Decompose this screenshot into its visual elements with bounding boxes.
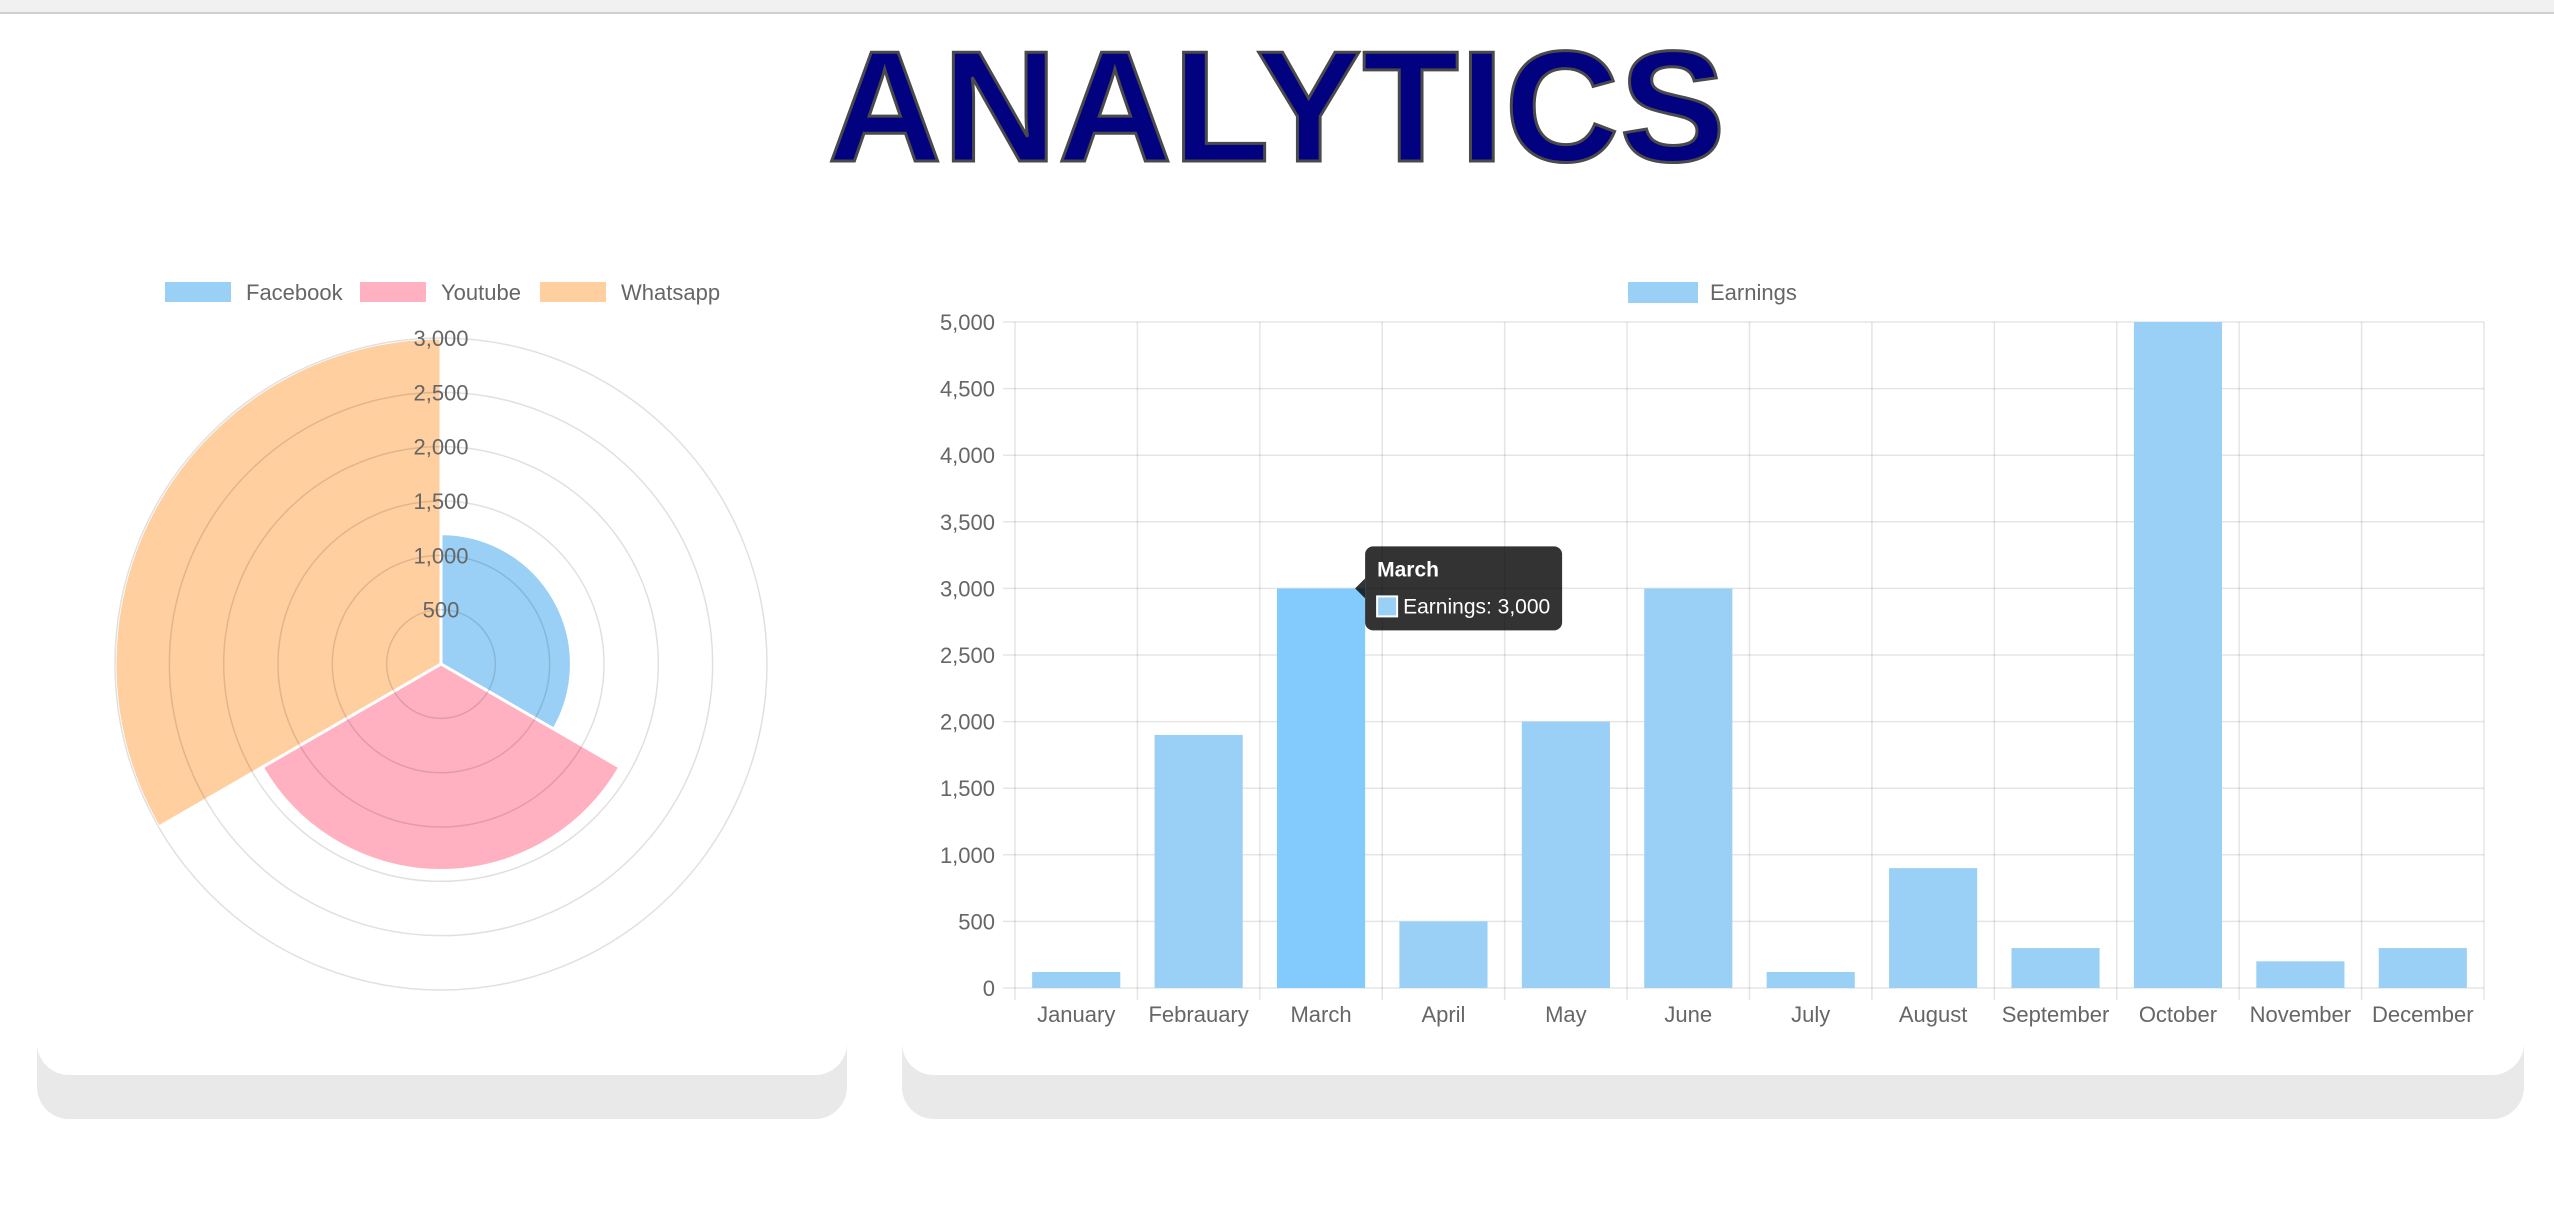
earnings-bar-chart[interactable]: Earnings 0 500 1,000 1,500 2,000 2,500 3,000 3,5… bbox=[0, 0, 2554, 1231]
y-tick-label: 2,000 bbox=[940, 710, 995, 735]
y-tick-label: 4,500 bbox=[940, 377, 995, 402]
legend-label-earnings[interactable]: Earnings bbox=[1710, 280, 1797, 305]
bar-october[interactable] bbox=[2133, 322, 2223, 988]
x-tick-label-march: March bbox=[1290, 1002, 1351, 1027]
tooltip-swatch bbox=[1376, 595, 1399, 618]
x-tick-label-october: October bbox=[2139, 1002, 2217, 1027]
x-tick-label-febrauary: Febrauary bbox=[1148, 1002, 1248, 1027]
legend-swatch-earnings[interactable] bbox=[1628, 282, 1698, 303]
tooltip-title: March bbox=[1377, 558, 1439, 581]
bar-march[interactable] bbox=[1276, 588, 1366, 988]
tooltip: March Earnings: 3,000 bbox=[1355, 546, 1563, 631]
bar-august[interactable] bbox=[1889, 868, 1978, 988]
x-tick-label-april: April bbox=[1421, 1002, 1465, 1027]
y-tick-label: 5,000 bbox=[940, 310, 995, 335]
y-tick-label: 1,000 bbox=[940, 843, 995, 868]
bar-january[interactable] bbox=[1032, 972, 1121, 988]
x-tick-label-may: May bbox=[1545, 1002, 1587, 1027]
bar-may[interactable] bbox=[1521, 721, 1610, 988]
x-tick-label-december: December bbox=[2372, 1002, 2473, 1027]
bar-september[interactable] bbox=[2011, 948, 2100, 988]
bar-febrauary[interactable] bbox=[1154, 734, 1243, 988]
bar-july[interactable] bbox=[1766, 972, 1855, 988]
x-tick-label-august: August bbox=[1899, 1002, 1968, 1027]
bar-june[interactable] bbox=[1644, 588, 1733, 988]
y-tick-label: 2,500 bbox=[940, 643, 995, 668]
y-tick-label: 500 bbox=[958, 909, 995, 934]
x-tick-label-november: November bbox=[2250, 1002, 2351, 1027]
bar-november[interactable] bbox=[2256, 961, 2345, 988]
y-tick-label: 0 bbox=[983, 976, 995, 1001]
y-tick-label: 1,500 bbox=[940, 776, 995, 801]
x-tick-label-september: September bbox=[2002, 1002, 2110, 1027]
x-tick-label-june: June bbox=[1664, 1002, 1712, 1027]
bar-december[interactable] bbox=[2378, 948, 2467, 988]
bar-april[interactable] bbox=[1399, 921, 1488, 988]
tooltip-label: Earnings: 3,000 bbox=[1403, 595, 1550, 618]
y-tick-label: 4,000 bbox=[940, 443, 995, 468]
x-tick-label-july: July bbox=[1791, 1002, 1830, 1027]
x-tick-label-january: January bbox=[1037, 1002, 1115, 1027]
y-tick-label: 3,500 bbox=[940, 510, 995, 535]
y-tick-label: 3,000 bbox=[940, 576, 995, 601]
